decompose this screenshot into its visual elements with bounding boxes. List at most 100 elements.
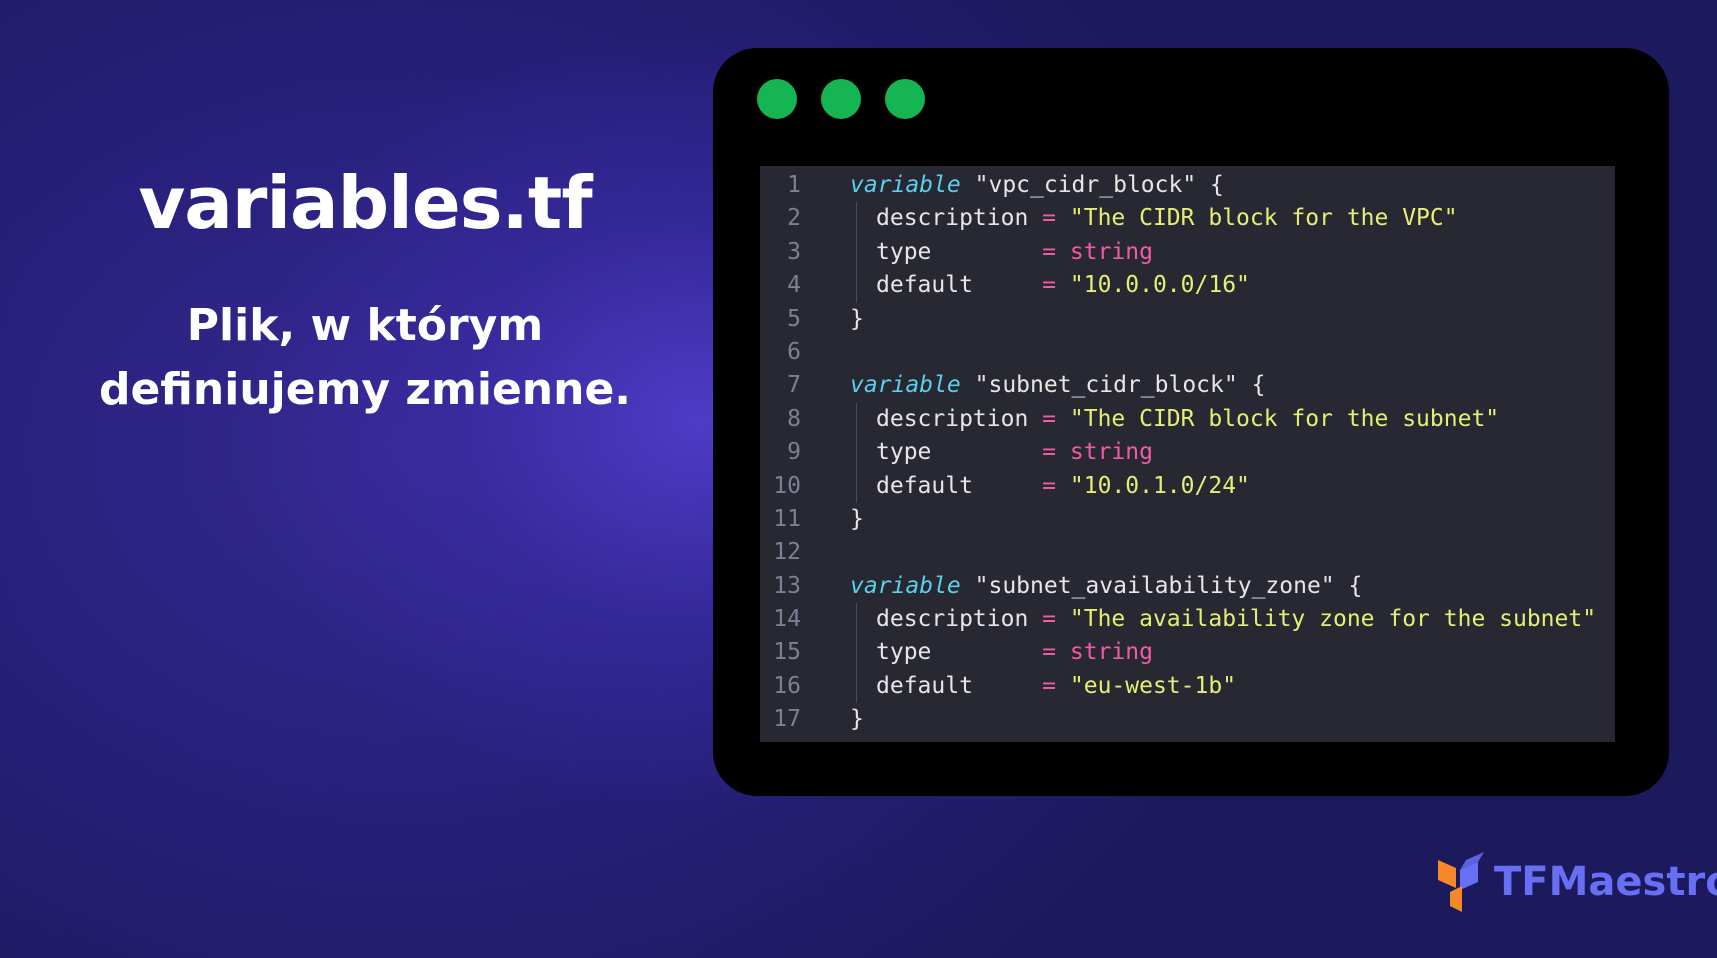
slide-subtitle-line-2: definiujemy zmienne. [98,364,632,416]
code-line: 1 variable "vpc_cidr_block" { [760,169,1615,202]
code-token: } [850,505,864,532]
code-line: 9 type = string [760,436,1615,470]
code-line: 15 type = string [760,636,1615,670]
line-number: 1 [787,172,801,198]
line-number: 8 [787,405,801,432]
code-token: variable [850,372,961,399]
code-token: = [1042,439,1057,466]
indent-guide [856,269,857,303]
code-line: 16 default = "eu-west-1b" [760,669,1615,704]
code-token: type [876,639,1043,666]
code-token: = [1042,238,1057,265]
line-number: 15 [773,639,801,666]
line-number: 14 [773,606,801,633]
code-line: 5} [760,303,1615,336]
code-text: default = "10.0.0.0/16" [876,269,1250,302]
code-text: type = string [876,436,1153,469]
line-number: 13 [773,572,801,599]
line-number: 4 [787,272,801,299]
indent-guide [856,669,857,704]
code-line: 14 description = "The availability zone f… [760,603,1615,637]
code-token: = [1042,205,1057,232]
line-number: 6 [787,338,801,365]
code-token: = [1042,606,1057,633]
line-number: 10 [773,472,801,499]
code-text: description = "The CIDR block for the VP… [876,202,1458,235]
code-token: description [876,405,1043,432]
code-line: 11} [760,503,1615,536]
code-token: variable [850,572,961,599]
code-token: "subnet_cidr_block" { [960,372,1266,399]
code-token: type [876,238,1043,265]
code-token: string [1056,238,1153,265]
code-text: type = string [876,636,1153,669]
indent-guide [856,469,857,503]
line-number: 16 [773,672,801,699]
code-text: description = "The CIDR block for the su… [876,403,1499,436]
code-line: 13 variable "subnet_availability_zone" { [760,570,1615,603]
indent-guide [856,436,857,470]
code-token: "The availability zone for the subnet" [1056,606,1597,633]
code-token: "The CIDR block for the subnet" [1056,405,1500,432]
tfmaestro-logo-icon [1438,852,1484,912]
code-line: 6 [760,336,1615,369]
line-number: 5 [787,305,801,332]
indent-guide [856,235,857,270]
line-number: 12 [773,539,801,566]
code-token: } [850,305,864,332]
code-line: 2 description = "The CIDR block for the V… [760,202,1615,236]
green-dot-icon [757,79,797,119]
slide-text-panel: variables.tf Plik, w którym definiujemy … [40,160,690,422]
code-text: variable "vpc_cidr_block" { [850,169,1224,202]
code-window: 1 variable "vpc_cidr_block" { 2 description… [713,48,1669,796]
code-token: default [876,472,1043,499]
code-line: 10 default = "10.0.1.0/24" [760,469,1615,503]
code-token: description [876,205,1043,232]
code-line: 12 [760,536,1615,569]
code-line: 3 type = string [760,235,1615,270]
code-token: string [1056,639,1153,666]
indent-guide [856,202,857,236]
indent-guide [856,603,857,637]
line-number: 11 [773,505,801,532]
indent-guide [856,402,857,437]
code-text: description = "The availability zone for… [876,603,1596,636]
slide-subtitle: Plik, w którym definiujemy zmienne. [40,294,690,422]
code-token: = [1042,472,1057,499]
code-token: variable [850,172,961,198]
code-token: description [876,606,1043,633]
code-token: = [1042,405,1057,432]
brand-logo: TFMaestro [1438,850,1717,914]
code-text: variable "subnet_cidr_block" { [850,369,1265,402]
code-line: 17} [760,703,1615,736]
code-token: } [850,706,864,733]
green-dot-icon [885,79,925,119]
code-text: } [850,303,864,336]
indent-guide [856,636,857,670]
code-token: "The CIDR block for the VPC" [1056,205,1458,232]
code-line: 4 default = "10.0.0.0/16" [760,269,1615,303]
line-number: 7 [787,372,801,399]
code-text: default = "eu-west-1b" [876,670,1236,703]
line-number: 17 [773,706,801,733]
code-text: variable "subnet_availability_zone" { [850,570,1362,603]
line-number: 3 [787,238,801,265]
code-line: 7 variable "subnet_cidr_block" { [760,369,1615,402]
code-token: type [876,439,1043,466]
code-token: = [1042,639,1057,666]
code-token: "eu-west-1b" [1056,672,1237,699]
slide-title: variables.tf [138,161,592,245]
line-number: 2 [787,205,801,232]
code-line: 8 description = "The CIDR block for the s… [760,402,1615,437]
code-token: "subnet_availability_zone" { [960,572,1363,599]
code-editor: 1 variable "vpc_cidr_block" { 2 description… [760,166,1615,742]
green-dot-icon [821,79,861,119]
code-text: } [850,703,864,736]
line-number: 9 [787,439,801,466]
code-text: type = string [876,236,1153,269]
window-controls [757,79,925,119]
code-token: string [1056,439,1153,466]
code-text: default = "10.0.1.0/24" [876,470,1250,503]
slide-subtitle-line-1: Plik, w którym [186,300,544,352]
code-token: "10.0.0.0/16" [1056,272,1250,299]
